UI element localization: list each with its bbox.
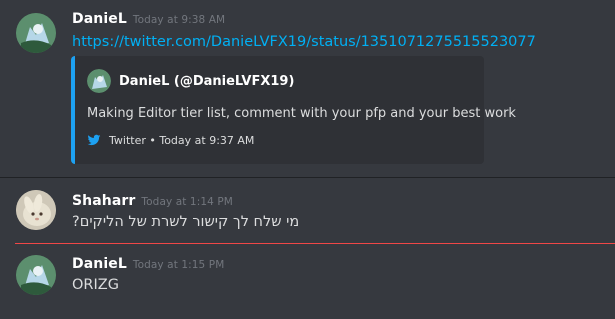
avatar[interactable] xyxy=(16,190,56,230)
embed-footer-text: Twitter • Today at 9:37 AM xyxy=(109,133,255,147)
avatar[interactable] xyxy=(16,255,56,295)
twitter-icon xyxy=(87,134,101,146)
author-label[interactable]: DanieL xyxy=(72,11,127,27)
author-name[interactable]: DanieL Today at 9:38 AM xyxy=(72,11,225,27)
message-2: Shaharr Today at 1:14 PM מי שלח לך קישור … xyxy=(0,182,615,242)
timestamp: Today at 1:14 PM xyxy=(141,196,233,208)
message-1: DanieL Today at 9:38 AM https://twitter.c… xyxy=(0,0,615,175)
message-content: https://twitter.com/DanieLVFX19/status/1… xyxy=(72,34,536,50)
tweet-link[interactable]: https://twitter.com/DanieLVFX19/status/1… xyxy=(72,34,536,50)
author-name[interactable]: DanieL Today at 1:15 PM xyxy=(72,256,224,272)
timestamp: Today at 1:15 PM xyxy=(132,259,225,271)
message-group-divider xyxy=(0,177,615,178)
tweet-embed: DanieL (@DanieLVFX19) Making Editor tier… xyxy=(71,56,516,164)
message-content: ORIZG xyxy=(72,277,119,293)
embed-author[interactable]: DanieL (@DanieLVFX19) xyxy=(119,74,294,89)
timestamp: Today at 9:38 AM xyxy=(132,14,226,26)
avatar[interactable] xyxy=(16,13,56,53)
message-3: DanieL Today at 1:15 PM ORIZG xyxy=(0,250,615,310)
author-name[interactable]: Shaharr Today at 1:14 PM xyxy=(72,193,233,209)
embed-footer: Twitter • Today at 9:37 AM xyxy=(87,133,254,147)
embed-description: Making Editor tier list, comment with yo… xyxy=(87,106,516,121)
embed-author-avatar[interactable] xyxy=(87,69,111,93)
new-messages-divider xyxy=(15,243,615,244)
message-text: ORIZG xyxy=(72,277,119,293)
message-text: מי שלח לך קישור לשרת של הליקים? xyxy=(72,214,300,230)
author-label[interactable]: DanieL xyxy=(72,256,127,272)
message-content: מי שלח לך קישור לשרת של הליקים? xyxy=(72,214,299,230)
author-label[interactable]: Shaharr xyxy=(72,193,135,209)
